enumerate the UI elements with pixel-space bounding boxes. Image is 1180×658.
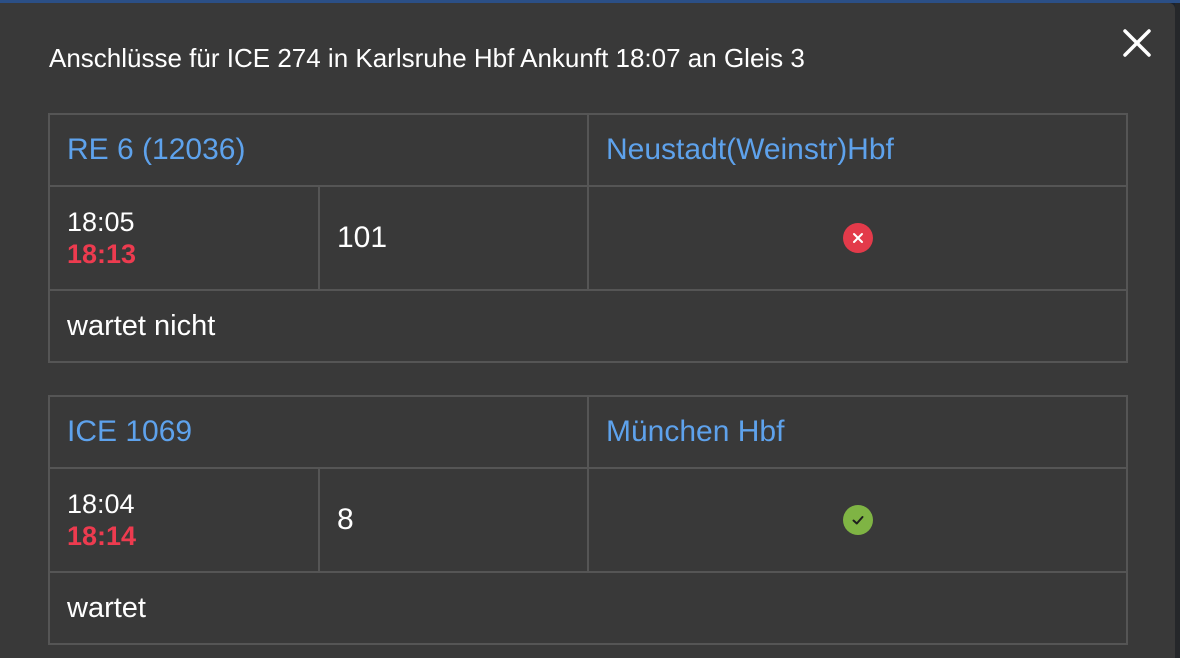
platform-cell: 101 xyxy=(320,187,589,289)
background-edge xyxy=(1175,3,1180,658)
close-button[interactable] xyxy=(1117,23,1157,63)
time-cell: 18:05 18:13 xyxy=(50,187,320,289)
scheduled-time: 18:05 xyxy=(67,207,135,237)
status-text: wartet xyxy=(67,591,146,624)
scheduled-time: 18:04 xyxy=(67,489,135,519)
platform-cell: 8 xyxy=(320,469,589,571)
connection-status-row: wartet nicht xyxy=(50,291,1126,361)
platform-number: 101 xyxy=(337,221,388,254)
status-cell: wartet nicht xyxy=(50,291,215,361)
status-text: wartet nicht xyxy=(67,309,216,342)
connection-card: ICE 1069 München Hbf 18:04 18:14 8 warte… xyxy=(48,395,1128,645)
connection-header-row: ICE 1069 München Hbf xyxy=(50,397,1126,469)
status-icon-cell xyxy=(589,187,1126,289)
connections-modal: Anschlüsse für ICE 274 in Karlsruhe Hbf … xyxy=(0,3,1175,658)
connection-detail-row: 18:05 18:13 101 xyxy=(50,187,1126,291)
status-cell: wartet xyxy=(50,573,146,643)
time-cell: 18:04 18:14 xyxy=(50,469,320,571)
destination-cell: München Hbf xyxy=(589,397,1126,467)
train-link[interactable]: ICE 1069 xyxy=(67,415,192,449)
status-icon-cell xyxy=(589,469,1126,571)
destination-cell: Neustadt(Weinstr)Hbf xyxy=(589,115,1126,185)
actual-time: 18:13 xyxy=(67,239,137,269)
x-circle-icon xyxy=(842,223,873,253)
platform-number: 8 xyxy=(337,503,354,536)
connection-card: RE 6 (12036) Neustadt(Weinstr)Hbf 18:05 … xyxy=(48,113,1128,363)
connection-detail-row: 18:04 18:14 8 xyxy=(50,469,1126,573)
destination-link[interactable]: München Hbf xyxy=(606,415,784,449)
destination-link[interactable]: Neustadt(Weinstr)Hbf xyxy=(606,133,894,167)
connection-header-row: RE 6 (12036) Neustadt(Weinstr)Hbf xyxy=(50,115,1126,187)
check-circle-icon xyxy=(842,505,873,535)
train-link[interactable]: RE 6 (12036) xyxy=(67,133,245,167)
close-icon[interactable] xyxy=(1117,23,1157,63)
actual-time: 18:14 xyxy=(67,521,137,551)
train-cell: RE 6 (12036) xyxy=(50,115,589,185)
connection-status-row: wartet xyxy=(50,573,1126,643)
modal-title: Anschlüsse für ICE 274 in Karlsruhe Hbf … xyxy=(49,43,805,73)
train-cell: ICE 1069 xyxy=(50,397,589,467)
